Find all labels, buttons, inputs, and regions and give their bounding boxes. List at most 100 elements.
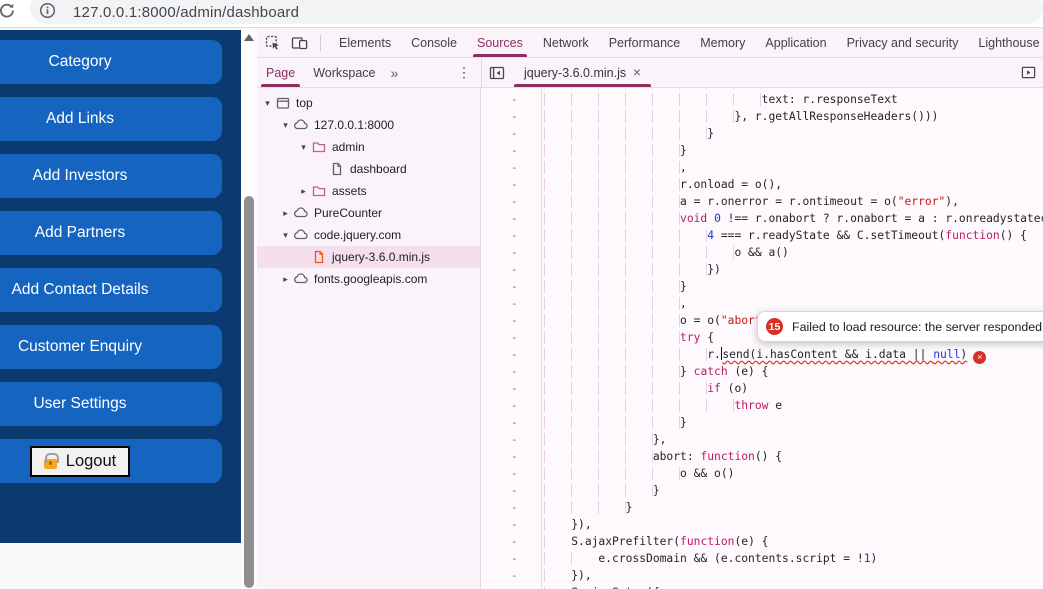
- tab-memory[interactable]: Memory: [690, 28, 755, 57]
- tree-item-jquery-3.6.0.min.js[interactable]: jquery-3.6.0.min.js: [257, 246, 480, 268]
- show-right-pane-icon[interactable]: [1014, 58, 1043, 87]
- tab-elements[interactable]: Elements: [329, 28, 401, 57]
- code-line[interactable]: o && a(): [542, 244, 1043, 261]
- gutter-line-marker[interactable]: -: [481, 278, 541, 295]
- tree-item-admin[interactable]: ▾admin: [257, 136, 480, 158]
- hide-navigator-icon[interactable]: [482, 58, 512, 87]
- code-line[interactable]: }): [542, 261, 1043, 278]
- gutter-line-marker[interactable]: -: [481, 108, 541, 125]
- chevron-right-icon[interactable]: ▸: [279, 208, 292, 219]
- code-line[interactable]: r.send(i.hasContent && i.data || null)×: [542, 346, 1043, 363]
- tree-item-fonts.googleapis.com[interactable]: ▸fonts.googleapis.com: [257, 268, 480, 290]
- code-line[interactable]: }: [542, 278, 1043, 295]
- code-line[interactable]: },: [542, 431, 1043, 448]
- sidebar-item-customer-enquiry[interactable]: Customer Enquiry: [0, 325, 222, 369]
- gutter-line-marker[interactable]: -: [481, 363, 541, 380]
- gutter-line-marker[interactable]: -: [481, 159, 541, 176]
- tab-sources[interactable]: Sources: [467, 28, 533, 57]
- sidebar-item-add-links[interactable]: Add Links: [0, 97, 222, 141]
- gutter-line-marker[interactable]: -: [481, 448, 541, 465]
- code-line[interactable]: }: [542, 482, 1043, 499]
- tree-item-dashboard[interactable]: dashboard: [257, 158, 480, 180]
- gutter-line-marker[interactable]: -: [481, 584, 541, 589]
- gutter-line-marker[interactable]: -: [481, 482, 541, 499]
- gutter-line-marker[interactable]: -: [481, 329, 541, 346]
- chevron-down-icon[interactable]: ▾: [279, 230, 292, 241]
- navigator-tab-page[interactable]: Page: [257, 58, 304, 87]
- gutter-line-marker[interactable]: -: [481, 295, 541, 312]
- chevron-down-icon[interactable]: ▾: [279, 120, 292, 131]
- code-line[interactable]: void 0 !== r.onabort ? r.onabort = a : r…: [542, 210, 1043, 227]
- code-line[interactable]: ,: [542, 159, 1043, 176]
- chevron-right-icon[interactable]: ▸: [279, 274, 292, 285]
- reload-icon[interactable]: [0, 2, 16, 20]
- gutter-line-marker[interactable]: -: [481, 346, 541, 363]
- device-toolbar-icon[interactable]: [291, 35, 308, 51]
- gutter-line-marker[interactable]: -: [481, 142, 541, 159]
- gutter-line-marker[interactable]: -: [481, 414, 541, 431]
- gutter-line-marker[interactable]: -: [481, 312, 541, 329]
- chevron-down-icon[interactable]: ▾: [297, 142, 310, 153]
- sidebar-item-add-contact-details[interactable]: Add Contact Details: [0, 268, 222, 312]
- tab-console[interactable]: Console: [401, 28, 467, 57]
- code-line[interactable]: }, r.getAllResponseHeaders())): [542, 108, 1043, 125]
- more-tabs-icon[interactable]: »: [385, 58, 405, 87]
- gutter-line-marker[interactable]: -: [481, 533, 541, 550]
- chevron-down-icon[interactable]: ▾: [261, 98, 274, 109]
- gutter-line-marker[interactable]: -: [481, 261, 541, 278]
- scroll-up-icon[interactable]: [244, 34, 254, 41]
- code-line[interactable]: a = r.onerror = r.ontimeout = o("error")…: [542, 193, 1043, 210]
- gutter-line-marker[interactable]: -: [481, 176, 541, 193]
- overflow-menu-icon[interactable]: ⋮: [447, 58, 481, 87]
- sidebar-item-category[interactable]: Category: [0, 40, 222, 84]
- code-line[interactable]: ,: [542, 295, 1043, 312]
- gutter-line-marker[interactable]: -: [481, 227, 541, 244]
- code-line[interactable]: }: [542, 142, 1043, 159]
- file-tab-jquery[interactable]: jquery-3.6.0.min.js ×: [512, 58, 653, 87]
- gutter-line-marker[interactable]: -: [481, 465, 541, 482]
- code-line[interactable]: 4 === r.readyState && C.setTimeout(funct…: [542, 227, 1043, 244]
- code-line[interactable]: throw e: [542, 397, 1043, 414]
- gutter-line-marker[interactable]: -: [481, 550, 541, 567]
- code-line[interactable]: }),: [542, 516, 1043, 533]
- gutter-line-marker[interactable]: -: [481, 567, 541, 584]
- code-line[interactable]: S.ajaxSetup({: [542, 584, 1043, 589]
- gutter-line-marker[interactable]: -: [481, 380, 541, 397]
- gutter-line-marker[interactable]: -: [481, 516, 541, 533]
- chevron-right-icon[interactable]: ▸: [297, 186, 310, 197]
- navigator-tab-workspace[interactable]: Workspace: [304, 58, 384, 87]
- page-info-icon[interactable]: [39, 2, 56, 19]
- tree-item-code.jquery.com[interactable]: ▾code.jquery.com: [257, 224, 480, 246]
- code-line[interactable]: }),: [542, 567, 1043, 584]
- sidebar-item-user-settings[interactable]: User Settings: [0, 382, 222, 426]
- tab-performance[interactable]: Performance: [599, 28, 691, 57]
- tab-lighthouse[interactable]: Lighthouse: [968, 28, 1043, 57]
- gutter-line-marker[interactable]: -: [481, 91, 541, 108]
- tree-item-assets[interactable]: ▸assets: [257, 180, 480, 202]
- tree-item-127.0.0.1-8000[interactable]: ▾127.0.0.1:8000: [257, 114, 480, 136]
- scrollbar-thumb[interactable]: [244, 196, 254, 588]
- gutter-line-marker[interactable]: -: [481, 499, 541, 516]
- code-line[interactable]: if (o): [542, 380, 1043, 397]
- tree-item-purecounter[interactable]: ▸PureCounter: [257, 202, 480, 224]
- code-line[interactable]: e.crossDomain && (e.contents.script = !1…: [542, 550, 1043, 567]
- code-line[interactable]: }: [542, 414, 1043, 431]
- code-line[interactable]: S.ajaxPrefilter(function(e) {: [542, 533, 1043, 550]
- tree-item-top[interactable]: ▾top: [257, 92, 480, 114]
- editor-gutter[interactable]: -------------------------------: [481, 88, 541, 589]
- gutter-line-marker[interactable]: -: [481, 193, 541, 210]
- code-line[interactable]: }: [542, 499, 1043, 516]
- tab-application[interactable]: Application: [755, 28, 836, 57]
- code-line[interactable]: text: r.responseText: [542, 91, 1043, 108]
- gutter-line-marker[interactable]: -: [481, 397, 541, 414]
- gutter-line-marker[interactable]: -: [481, 210, 541, 227]
- code-line[interactable]: abort: function() {: [542, 448, 1043, 465]
- tab-network[interactable]: Network: [533, 28, 599, 57]
- error-icon[interactable]: ×: [973, 351, 986, 364]
- close-tab-icon[interactable]: ×: [633, 65, 641, 80]
- inspect-element-icon[interactable]: [265, 35, 281, 51]
- code-line[interactable]: }: [542, 125, 1043, 142]
- url-text[interactable]: 127.0.0.1:8000/admin/dashboard: [73, 4, 299, 21]
- code-line[interactable]: o && o(): [542, 465, 1043, 482]
- page-scrollbar[interactable]: [241, 28, 257, 589]
